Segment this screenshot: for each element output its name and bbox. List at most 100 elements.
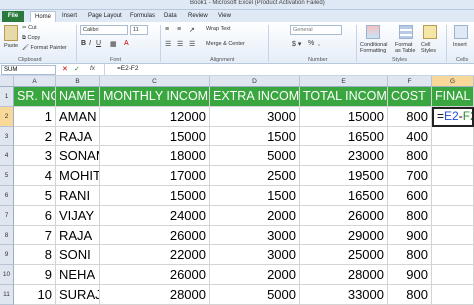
tab-file[interactable]: File [2,11,24,22]
cell-cost[interactable]: 900 [388,265,432,285]
insert-cells-button[interactable]: Insert [453,42,467,48]
cell-sr[interactable]: 4 [14,166,56,186]
wrap-text-button[interactable]: Wrap Text [206,26,231,32]
cell-extra[interactable]: 2500 [210,166,300,186]
cell-sr[interactable]: 10 [14,285,56,305]
row-header-6[interactable]: 6 [0,186,14,206]
cell-sr[interactable]: 9 [14,265,56,285]
cell-monthly[interactable]: 12000 [100,106,210,127]
cell-total[interactable]: 16500 [300,126,388,147]
cell-sr[interactable]: 6 [14,205,56,226]
cell-sr[interactable]: 3 [14,146,56,167]
cell-cost[interactable]: 800 [388,146,432,167]
cell-final[interactable] [432,166,474,186]
cell-total[interactable]: 29000 [300,225,388,246]
cell-extra[interactable]: 3000 [210,225,300,246]
cell-name[interactable]: RAJA [56,225,100,246]
active-cell-g2[interactable]: =E2-F2 [432,106,474,127]
paste-button[interactable] [4,25,18,41]
cut-button[interactable]: ✂ Cut [22,25,37,31]
header-cell[interactable]: EXTRA INCOME [210,87,300,107]
column-header-g[interactable]: G [432,76,474,87]
merge-center-button[interactable]: Merge & Center [206,41,245,47]
cell-name[interactable]: SURAJ [56,285,100,305]
cell-total[interactable]: 25000 [300,245,388,266]
column-header-e[interactable]: E [300,76,388,87]
row-header-7[interactable]: 7 [0,205,14,226]
font-size-select[interactable]: 11 [130,25,148,35]
column-header-c[interactable]: C [100,76,210,87]
cell-final[interactable] [432,186,474,206]
borders-icon[interactable]: ▦ [110,40,117,48]
row-header-5[interactable]: 5 [0,166,14,186]
header-cell[interactable]: TOTAL INCOME [300,87,388,107]
cell-cost[interactable]: 900 [388,225,432,246]
row-header-10[interactable]: 10 [0,265,14,285]
cell-monthly[interactable]: 24000 [100,205,210,226]
cell-name[interactable]: SONAM [56,146,100,167]
header-cell[interactable]: SR. NO. [14,87,56,107]
cell-extra[interactable]: 5000 [210,285,300,305]
bold-button[interactable]: B [81,40,86,47]
row-header-3[interactable]: 3 [0,126,14,147]
cell-final[interactable] [432,205,474,226]
align-left-icon[interactable]: ☰ [165,40,171,48]
column-header-a[interactable]: A [14,76,56,87]
column-header-b[interactable]: B [56,76,100,87]
enter-icon[interactable]: ✓ [74,65,80,73]
tab-insert[interactable]: Insert [62,11,77,22]
cell-cost[interactable]: 800 [388,245,432,266]
tab-formulas[interactable]: Formulas [130,11,155,22]
cell-name[interactable]: RANI [56,186,100,206]
cell-cost[interactable]: 800 [388,106,432,127]
orientation-icon[interactable]: ↗ [189,26,195,34]
underline-button[interactable]: U [96,40,101,47]
cell-extra[interactable]: 2000 [210,205,300,226]
row-header-9[interactable]: 9 [0,245,14,266]
cell-extra[interactable]: 1500 [210,126,300,147]
cell-final[interactable] [432,285,474,305]
cell-total[interactable]: 15000 [300,106,388,127]
insert-function-icon[interactable]: fx [90,65,95,72]
name-box[interactable]: SUM [1,65,56,75]
cell-monthly[interactable]: 17000 [100,166,210,186]
cell-cost[interactable]: 800 [388,285,432,305]
cell-monthly[interactable]: 15000 [100,186,210,206]
tab-review[interactable]: Review [188,11,208,22]
cell-sr[interactable]: 2 [14,126,56,147]
cell-final[interactable] [432,245,474,266]
column-header-f[interactable]: F [388,76,432,87]
cell-monthly[interactable]: 22000 [100,245,210,266]
cell-final[interactable] [432,126,474,147]
cell-extra[interactable]: 2000 [210,265,300,285]
cell-total[interactable]: 28000 [300,265,388,285]
copy-button[interactable]: ⧉ Copy [22,35,40,42]
cell-total[interactable]: 16500 [300,186,388,206]
font-name-select[interactable]: Calibri [80,25,128,35]
cell-extra[interactable]: 3000 [210,245,300,266]
cell-cost[interactable]: 400 [388,126,432,147]
align-top-icon[interactable]: ≡ [165,26,169,33]
format-painter-button[interactable]: 🖌 Format Painter [22,45,67,51]
cell-name[interactable]: AMAN [56,106,100,127]
comma-icon[interactable]: , [318,40,320,47]
cell-total[interactable]: 23000 [300,146,388,167]
cell-name[interactable]: NEHA [56,265,100,285]
select-all-corner[interactable] [0,76,14,87]
cell-name[interactable]: SONI [56,245,100,266]
format-as-table-icon[interactable] [399,25,413,39]
cell-monthly[interactable]: 26000 [100,265,210,285]
cell-final[interactable] [432,265,474,285]
italic-button[interactable]: I [89,40,91,47]
tab-view[interactable]: View [218,11,231,22]
cell-cost[interactable]: 600 [388,186,432,206]
cell-monthly[interactable]: 15000 [100,126,210,147]
number-format-select[interactable]: General [290,25,342,35]
cell-sr[interactable]: 8 [14,245,56,266]
cell-styles-icon[interactable] [423,25,437,39]
cell-extra[interactable]: 1500 [210,186,300,206]
column-header-d[interactable]: D [210,76,300,87]
header-cell[interactable]: COST [388,87,432,107]
header-cell[interactable]: NAME [56,87,100,107]
cell-monthly[interactable]: 28000 [100,285,210,305]
